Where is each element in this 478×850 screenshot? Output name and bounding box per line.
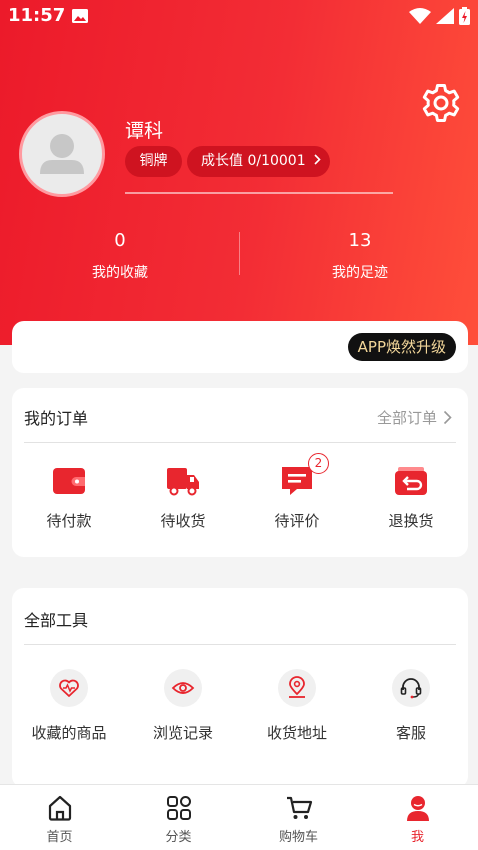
truck-icon xyxy=(163,461,203,501)
wifi-icon xyxy=(409,8,431,24)
order-pending-payment-label: 待付款 xyxy=(46,512,92,530)
member-level-badge: 铜牌 xyxy=(125,146,182,177)
stat-favorites[interactable]: 0 我的收藏 xyxy=(20,228,220,282)
growth-value: 0/10001 xyxy=(247,153,306,169)
order-pending-review-label: 待评价 xyxy=(274,512,320,530)
growth-value-badge[interactable]: 成长值 0/10001 xyxy=(187,146,330,177)
location-pin-icon xyxy=(278,669,316,707)
tool-browse-history-label: 浏览记录 xyxy=(152,724,213,742)
tool-customer-service-label: 客服 xyxy=(395,724,426,742)
order-returns[interactable]: 退换货 xyxy=(354,461,468,531)
status-bar: 11:57 xyxy=(0,0,478,32)
tool-browse-history[interactable]: 浏览记录 xyxy=(126,669,240,743)
gallery-notification-icon xyxy=(72,9,88,23)
eye-icon xyxy=(164,669,202,707)
headset-icon xyxy=(392,669,430,707)
tool-customer-service[interactable]: 客服 xyxy=(354,669,468,743)
tools-title: 全部工具 xyxy=(24,611,89,630)
all-orders-label: 全部订单 xyxy=(376,409,437,427)
chevron-right-icon xyxy=(443,410,452,425)
heart-pulse-icon xyxy=(50,669,88,707)
stat-footprints-count: 13 xyxy=(348,230,372,251)
comment-icon: 2 xyxy=(277,453,329,501)
default-avatar-icon xyxy=(40,134,84,174)
settings-gear-icon[interactable] xyxy=(418,80,464,126)
user-name: 谭科 xyxy=(125,120,164,142)
order-returns-label: 退换货 xyxy=(388,512,434,530)
battery-icon xyxy=(459,7,470,25)
home-icon xyxy=(48,795,71,821)
order-pending-receipt[interactable]: 待收货 xyxy=(126,461,240,531)
growth-label: 成长值 xyxy=(201,153,243,169)
all-orders-link[interactable]: 全部订单 xyxy=(377,407,452,428)
growth-progress-bar xyxy=(125,192,393,194)
order-pending-review[interactable]: 2 待评价 xyxy=(240,453,354,531)
tab-category-label: 分类 xyxy=(165,830,192,845)
bottom-tab-bar: 首页 分类 购物车 我 xyxy=(0,784,478,850)
stat-footprints-label: 我的足迹 xyxy=(332,265,388,281)
tab-me[interactable]: 我 xyxy=(358,794,477,845)
tool-shipping-address-label: 收货地址 xyxy=(266,724,327,742)
app-upgrade-button[interactable]: APP焕然升级 xyxy=(347,333,456,361)
tab-me-label: 我 xyxy=(410,830,424,845)
orders-divider xyxy=(24,442,456,443)
tab-cart[interactable]: 购物车 xyxy=(239,794,358,845)
wallet-icon xyxy=(49,461,89,501)
order-pending-payment[interactable]: 待付款 xyxy=(12,461,126,531)
signal-icon xyxy=(436,8,454,24)
review-count-badge: 2 xyxy=(308,453,329,474)
upgrade-banner: APP焕然升级 xyxy=(12,321,468,373)
stat-favorites-label: 我的收藏 xyxy=(92,265,148,281)
chevron-right-icon xyxy=(313,146,321,177)
tool-favorite-products-label: 收藏的商品 xyxy=(31,724,107,742)
stat-favorites-count: 0 xyxy=(114,230,126,251)
stats-divider xyxy=(239,232,240,275)
user-icon xyxy=(406,796,429,821)
tab-cart-label: 购物车 xyxy=(278,830,318,845)
avatar[interactable] xyxy=(19,111,105,197)
cart-icon xyxy=(286,796,312,819)
tool-favorite-products[interactable]: 收藏的商品 xyxy=(12,669,126,743)
profile-header: 11:57 谭科 铜牌 成长值 0/10001 0 我的收藏 13 我的足迹 xyxy=(0,0,478,345)
category-icon xyxy=(166,796,191,820)
tab-home[interactable]: 首页 xyxy=(0,794,119,845)
tab-home-label: 首页 xyxy=(46,830,73,845)
system-icons xyxy=(409,7,470,25)
orders-card: 我的订单 全部订单 待付款 待收货 2 待评价 退换货 xyxy=(12,388,468,557)
tool-shipping-address[interactable]: 收货地址 xyxy=(240,669,354,743)
status-time: 11:57 xyxy=(8,5,66,26)
orders-title: 我的订单 xyxy=(24,409,89,428)
tab-category[interactable]: 分类 xyxy=(119,794,238,845)
tools-divider xyxy=(24,644,456,645)
return-icon xyxy=(391,461,431,501)
order-pending-receipt-label: 待收货 xyxy=(160,512,206,530)
tools-card: 全部工具 收藏的商品 浏览记录 收货地址 客服 xyxy=(12,588,468,788)
stat-footprints[interactable]: 13 我的足迹 xyxy=(260,228,460,282)
